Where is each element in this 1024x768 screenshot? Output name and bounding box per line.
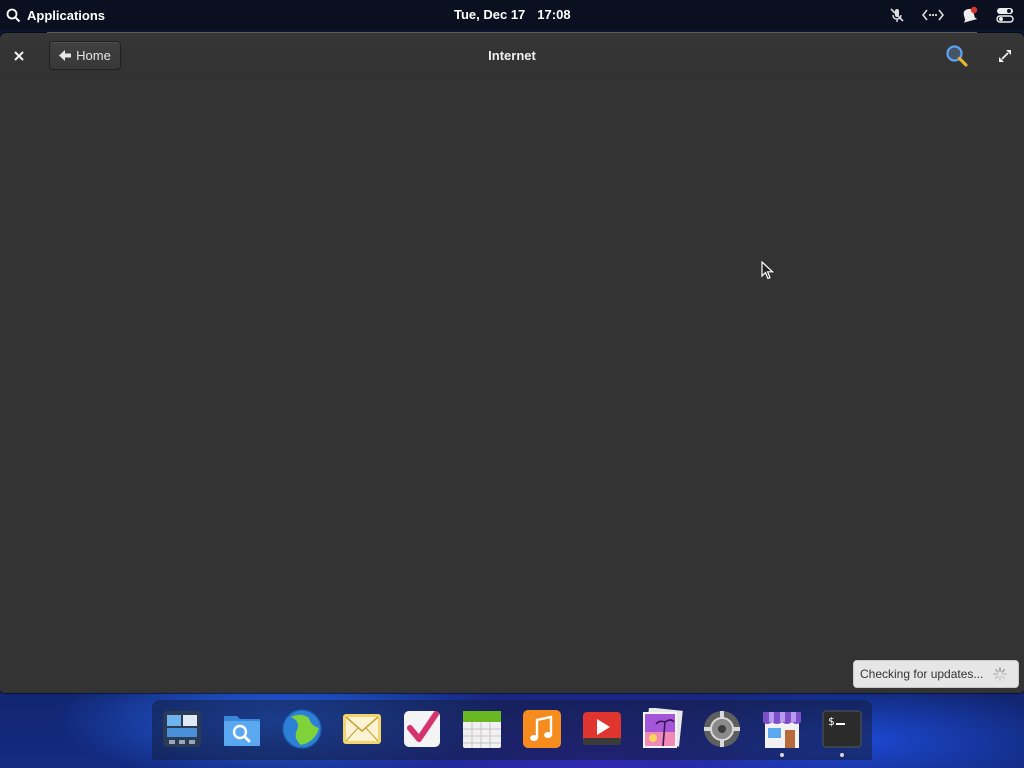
time-text: 17:08: [537, 7, 571, 22]
files-icon: [224, 716, 260, 746]
running-indicator: [840, 753, 844, 757]
update-status-toast: Checking for updates...: [853, 660, 1019, 688]
search-icon: [946, 45, 968, 67]
photos-icon: [643, 708, 683, 748]
update-status-text: Checking for updates...: [860, 667, 984, 681]
category-content-area: [0, 79, 1024, 693]
mail-icon: [343, 714, 381, 744]
maximize-icon: [999, 50, 1011, 62]
search-icon: [6, 8, 21, 22]
dock-item-videos[interactable]: [578, 708, 626, 754]
window-title: Internet: [488, 48, 536, 63]
dock-item-mail[interactable]: [338, 708, 386, 754]
system-toggles-icon[interactable]: [994, 5, 1016, 25]
dock-item-multitasking-view[interactable]: [158, 708, 206, 754]
network-wired-icon[interactable]: [922, 5, 944, 25]
appcenter-icon: [763, 712, 801, 748]
dock-item-photos[interactable]: [638, 708, 686, 754]
web-browser-icon: [282, 709, 322, 749]
headerbar: Home Internet: [0, 32, 1024, 79]
date-time-indicator[interactable]: Tue, Dec 17 17:08: [454, 7, 571, 22]
applications-label: Applications: [27, 7, 106, 23]
dock: $: [152, 700, 872, 760]
dock-item-system-settings[interactable]: [698, 708, 746, 754]
dock-item-appcenter[interactable]: [758, 708, 806, 757]
running-indicator: [780, 753, 784, 757]
applications-menu-button[interactable]: Applications: [6, 6, 105, 24]
top-panel: Applications Tue, Dec 17 17:08: [0, 0, 1024, 30]
notifications-icon[interactable]: [958, 5, 980, 25]
dock-item-terminal[interactable]: $: [818, 708, 866, 757]
appcenter-window: Home Internet Checking for updates...: [0, 32, 1024, 693]
search-button[interactable]: [944, 43, 970, 69]
dock-item-calendar[interactable]: [458, 708, 506, 754]
spinner-icon: [993, 667, 1008, 681]
tasks-icon: [404, 711, 440, 747]
microphone-muted-icon[interactable]: [886, 5, 908, 25]
videos-icon: [583, 712, 621, 745]
svg-text:$: $: [828, 715, 835, 728]
headerbar-highlight: [47, 32, 977, 33]
date-text: Tue, Dec 17: [454, 7, 526, 22]
dock-item-music[interactable]: [518, 708, 566, 754]
dock-item-files[interactable]: [218, 708, 266, 754]
dock-item-web-browser[interactable]: [278, 708, 326, 754]
music-icon: [523, 710, 561, 748]
terminal-icon: $: [822, 710, 862, 748]
dock-item-tasks[interactable]: [398, 708, 446, 754]
mouse-pointer-icon: [761, 261, 775, 280]
multitasking-view-icon: [163, 711, 201, 747]
system-settings-icon: [704, 711, 740, 747]
maximize-button[interactable]: [994, 45, 1016, 67]
calendar-icon: [463, 711, 501, 748]
